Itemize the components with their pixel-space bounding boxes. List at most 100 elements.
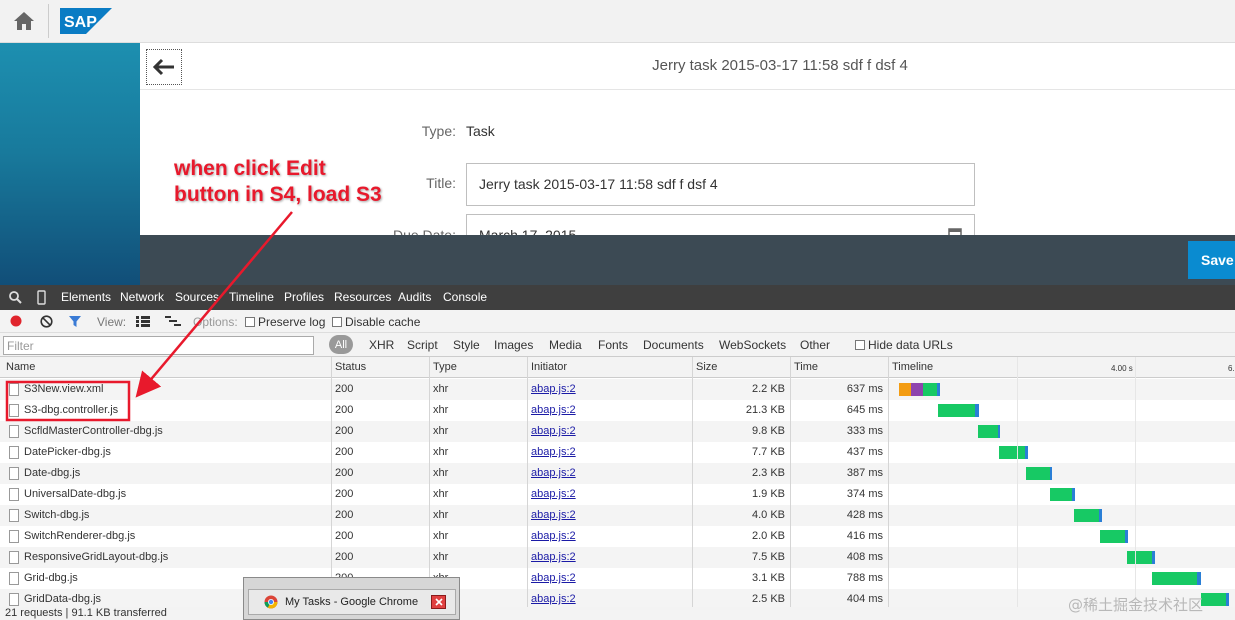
col-time[interactable]: Time bbox=[794, 361, 818, 373]
request-name[interactable]: ResponsiveGridLayout-dbg.js bbox=[24, 551, 168, 563]
request-initiator-link[interactable]: abap.js:2 bbox=[531, 425, 576, 437]
timeline-bar[interactable] bbox=[1074, 509, 1099, 522]
tab-timeline[interactable]: Timeline bbox=[229, 290, 274, 304]
filter-other[interactable]: Other bbox=[800, 338, 830, 352]
timeline-bar[interactable] bbox=[1025, 446, 1028, 459]
filter-media[interactable]: Media bbox=[549, 338, 582, 352]
tab-network[interactable]: Network bbox=[120, 290, 164, 304]
tab-resources[interactable]: Resources bbox=[334, 290, 391, 304]
col-timeline[interactable]: Timeline bbox=[892, 361, 933, 373]
request-name[interactable]: Date-dbg.js bbox=[24, 467, 80, 479]
request-name[interactable]: UniversalDate-dbg.js bbox=[24, 488, 126, 500]
request-name[interactable]: DatePicker-dbg.js bbox=[24, 446, 111, 458]
title-input[interactable]: Jerry task 2015-03-17 11:58 sdf f dsf 4 bbox=[466, 163, 975, 206]
table-row[interactable]: S3-dbg.controller.js 200 xhr abap.js:2 21.3 … bbox=[0, 400, 1235, 421]
timeline-bar[interactable] bbox=[1226, 593, 1229, 606]
col-name[interactable]: Name bbox=[6, 361, 35, 373]
timeline-bar[interactable] bbox=[1072, 488, 1075, 501]
taskbar-preview[interactable]: My Tasks - Google Chrome bbox=[243, 577, 460, 620]
request-name[interactable]: S3-dbg.controller.js bbox=[24, 404, 118, 416]
timeline-bar[interactable] bbox=[1152, 551, 1155, 564]
timeline-bar[interactable] bbox=[923, 383, 937, 396]
timeline-bar[interactable] bbox=[1050, 488, 1072, 501]
table-row[interactable]: UniversalDate-dbg.js 200 xhr abap.js:2 1.9 K… bbox=[0, 484, 1235, 505]
disable-cache-box[interactable] bbox=[332, 317, 342, 327]
request-initiator-link[interactable]: abap.js:2 bbox=[531, 488, 576, 500]
request-initiator-link[interactable]: abap.js:2 bbox=[531, 383, 576, 395]
timeline-bar[interactable] bbox=[937, 383, 940, 396]
filter-script[interactable]: Script bbox=[407, 338, 438, 352]
filter-websockets[interactable]: WebSockets bbox=[719, 338, 786, 352]
timeline-bar[interactable] bbox=[1026, 467, 1050, 480]
request-initiator-link[interactable]: abap.js:2 bbox=[531, 467, 576, 479]
back-button[interactable] bbox=[146, 49, 182, 85]
tab-sources[interactable]: Sources bbox=[175, 290, 219, 304]
timeline-bar[interactable] bbox=[1197, 572, 1201, 585]
hide-data-urls-checkbox[interactable]: Hide data URLs bbox=[855, 338, 953, 352]
request-name[interactable]: ScfldMasterController-dbg.js bbox=[24, 425, 163, 437]
request-name[interactable]: GridData-dbg.js bbox=[24, 593, 101, 605]
request-initiator-link[interactable]: abap.js:2 bbox=[531, 404, 576, 416]
search-icon[interactable] bbox=[9, 291, 22, 304]
timeline-bar[interactable] bbox=[1127, 551, 1152, 564]
filter-xhr[interactable]: XHR bbox=[369, 338, 394, 352]
table-row[interactable]: SwitchRenderer-dbg.js 200 xhr abap.js:2 2.0 … bbox=[0, 526, 1235, 547]
col-initiator[interactable]: Initiator bbox=[531, 361, 567, 373]
col-size[interactable]: Size bbox=[696, 361, 717, 373]
preserve-log-checkbox[interactable]: Preserve log bbox=[245, 315, 325, 329]
record-icon[interactable] bbox=[10, 315, 22, 327]
timeline-bar[interactable] bbox=[1201, 593, 1226, 606]
col-status[interactable]: Status bbox=[335, 361, 366, 373]
table-row[interactable]: Switch-dbg.js 200 xhr abap.js:2 4.0 KB 428 ms bbox=[0, 505, 1235, 526]
filter-all-button[interactable]: All bbox=[329, 335, 353, 354]
request-initiator-link[interactable]: abap.js:2 bbox=[531, 530, 576, 542]
timeline-bar[interactable] bbox=[1050, 467, 1052, 480]
save-button[interactable]: Save bbox=[1188, 241, 1235, 279]
request-initiator-link[interactable]: abap.js:2 bbox=[531, 509, 576, 521]
timeline-bar[interactable] bbox=[899, 383, 911, 396]
tab-audits[interactable]: Audits bbox=[398, 290, 431, 304]
filter-input[interactable]: Filter bbox=[3, 336, 314, 355]
calendar-icon[interactable] bbox=[948, 227, 962, 235]
table-row[interactable]: Grid-dbg.js200xhrabap.js:23.1 KB788 ms bbox=[0, 568, 1235, 589]
large-rows-icon[interactable] bbox=[136, 316, 150, 327]
filter-fonts[interactable]: Fonts bbox=[598, 338, 628, 352]
timeline-bar[interactable] bbox=[1099, 509, 1102, 522]
timeline-bar[interactable] bbox=[1100, 530, 1125, 543]
table-row[interactable]: S3New.view.xml 200 xhr abap.js:2 2.2 KB 637 m… bbox=[0, 379, 1235, 400]
filter-images[interactable]: Images bbox=[494, 338, 533, 352]
tab-console[interactable]: Console bbox=[443, 290, 487, 304]
timeline-bar[interactable] bbox=[911, 383, 923, 396]
close-button[interactable] bbox=[431, 595, 446, 609]
request-initiator-link[interactable]: abap.js:2 bbox=[531, 572, 576, 584]
request-initiator-link[interactable]: abap.js:2 bbox=[531, 551, 576, 563]
request-name[interactable]: Grid-dbg.js bbox=[24, 572, 78, 584]
due-date-input[interactable]: March 17, 2015 bbox=[466, 214, 975, 235]
tab-profiles[interactable]: Profiles bbox=[284, 290, 324, 304]
device-mode-icon[interactable] bbox=[37, 290, 46, 305]
home-button[interactable] bbox=[6, 4, 42, 38]
table-row[interactable]: DatePicker-dbg.js 200 xhr abap.js:2 7.7 KB 43… bbox=[0, 442, 1235, 463]
timeline-bar[interactable] bbox=[999, 446, 1025, 459]
filter-documents[interactable]: Documents bbox=[643, 338, 704, 352]
tab-elements[interactable]: Elements bbox=[61, 290, 111, 304]
timeline-bar[interactable] bbox=[938, 404, 975, 417]
table-row[interactable]: ResponsiveGridLayout-dbg.js 200 xhr abap.js… bbox=[0, 547, 1235, 568]
filter-style[interactable]: Style bbox=[453, 338, 480, 352]
table-row[interactable]: ScfldMasterController-dbg.js 200 xhr abap.j… bbox=[0, 421, 1235, 442]
request-name[interactable]: S3New.view.xml bbox=[24, 383, 103, 395]
taskbar-item[interactable]: My Tasks - Google Chrome bbox=[248, 589, 456, 615]
filter-icon[interactable] bbox=[68, 315, 82, 328]
clear-icon[interactable] bbox=[40, 315, 53, 328]
table-row[interactable]: Date-dbg.js 200 xhr abap.js:2 2.3 KB 387 ms bbox=[0, 463, 1235, 484]
overview-icon[interactable] bbox=[165, 316, 181, 327]
timeline-bar[interactable] bbox=[975, 404, 979, 417]
request-initiator-link[interactable]: abap.js:2 bbox=[531, 446, 576, 458]
timeline-bar[interactable] bbox=[1125, 530, 1128, 543]
timeline-bar[interactable] bbox=[978, 425, 998, 438]
timeline-bar[interactable] bbox=[998, 425, 1000, 438]
disable-cache-checkbox[interactable]: Disable cache bbox=[332, 315, 420, 329]
timeline-bar[interactable] bbox=[1152, 572, 1197, 585]
hide-data-urls-box[interactable] bbox=[855, 340, 865, 350]
request-name[interactable]: Switch-dbg.js bbox=[24, 509, 89, 521]
